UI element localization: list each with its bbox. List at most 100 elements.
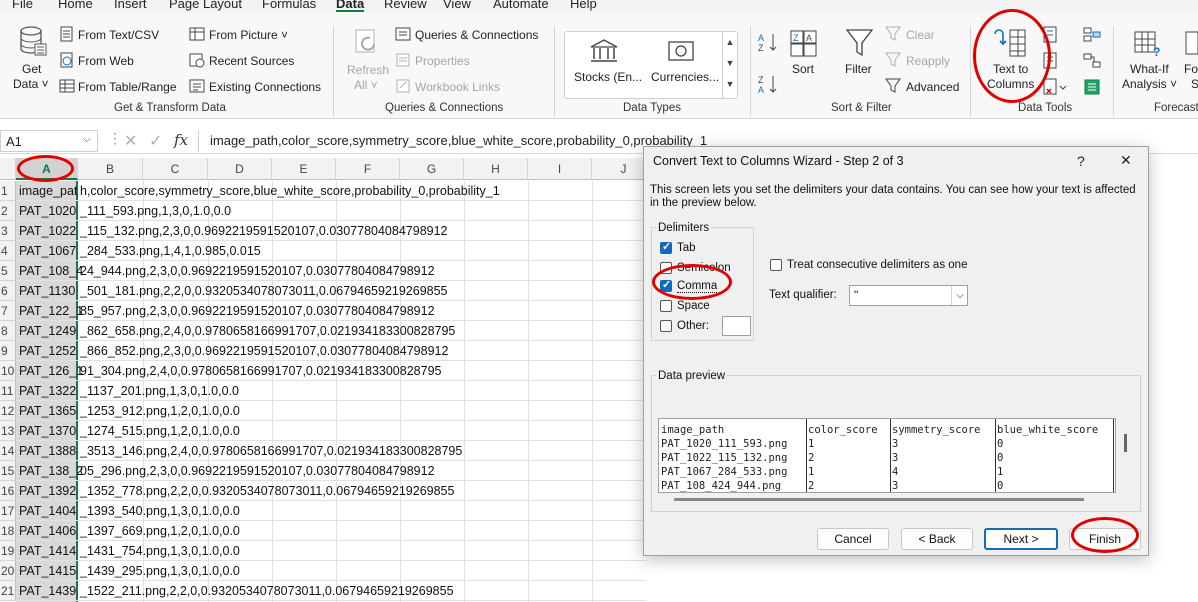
row-header[interactable]: 15 <box>0 461 16 481</box>
cell-a[interactable]: PAT_1249 <box>19 321 76 341</box>
row-header[interactable]: 21 <box>0 581 16 601</box>
preview-vertical-scrollbar[interactable] <box>1124 434 1127 452</box>
space-checkbox[interactable] <box>660 300 672 312</box>
other-delimiter-input[interactable] <box>722 316 751 336</box>
cell-a[interactable]: PAT_1406 <box>19 521 76 541</box>
help-icon[interactable]: ? <box>1077 153 1085 169</box>
tab-checkbox[interactable] <box>660 240 672 254</box>
back-button[interactable]: < Back <box>901 528 973 550</box>
row-header[interactable]: 6 <box>0 281 16 301</box>
cell-a[interactable]: PAT_1388 <box>19 441 76 461</box>
svg-text:A: A <box>758 85 764 94</box>
semicolon-label: Semicolon <box>677 262 731 274</box>
finish-button[interactable]: Finish <box>1069 528 1141 550</box>
cell-a[interactable]: PAT_1020 <box>19 201 76 221</box>
data-preview-table[interactable]: image_path color_score symmetry_score blue_… <box>658 418 1116 493</box>
col-header-f[interactable]: F <box>336 158 400 180</box>
semicolon-checkbox[interactable] <box>660 262 672 274</box>
treat-consecutive-checkbox[interactable] <box>770 259 782 271</box>
cell-a[interactable]: PAT_1067 <box>19 241 76 261</box>
menu-review[interactable]: Review <box>384 0 427 11</box>
cell-a[interactable]: PAT_108_4 <box>19 261 83 281</box>
name-box[interactable]: A1 ⌵ <box>0 130 98 152</box>
menu-automate[interactable]: Automate <box>493 0 549 11</box>
cell-a[interactable]: PAT_1414 <box>19 541 76 561</box>
cell-a[interactable]: PAT_1365 <box>19 401 76 421</box>
cell-a[interactable]: image_pat <box>19 181 77 201</box>
row-header[interactable]: 2 <box>0 201 16 221</box>
row-header[interactable]: 1 <box>0 181 16 201</box>
row-header[interactable]: 18 <box>0 521 16 541</box>
gridline <box>400 181 401 602</box>
col-header-i[interactable]: I <box>528 158 592 180</box>
cell-a[interactable]: PAT_1439 <box>19 581 76 601</box>
properties-label: Properties <box>415 54 470 68</box>
row-header[interactable]: 16 <box>0 481 16 501</box>
group-label-sort-filter: Sort & Filter <box>831 102 892 114</box>
col-header-a[interactable]: A <box>16 158 78 180</box>
col-header-h[interactable]: H <box>464 158 528 180</box>
cell-a[interactable]: PAT_1252 <box>19 341 76 361</box>
cell-a[interactable]: PAT_126_1 <box>19 361 83 381</box>
cell-a[interactable]: PAT_1392 <box>19 481 76 501</box>
svg-text:Z: Z <box>793 33 799 43</box>
data-types-scroll[interactable]: ▲ ▼ ▼ <box>722 32 737 98</box>
recent-sources-icon <box>189 53 205 68</box>
menu-help[interactable]: Help <box>570 0 597 11</box>
col-header-b[interactable]: B <box>78 158 143 180</box>
col-header-c[interactable]: C <box>143 158 208 180</box>
row-header[interactable]: 9 <box>0 341 16 361</box>
menu-formulas[interactable]: Formulas <box>262 0 316 11</box>
cancel-button[interactable]: Cancel <box>817 528 889 550</box>
row-header[interactable]: 7 <box>0 301 16 321</box>
cell-a[interactable]: PAT_138_2 <box>19 461 83 481</box>
preview-cell: 1 <box>808 466 815 478</box>
row-header[interactable]: 4 <box>0 241 16 261</box>
row-header[interactable]: 11 <box>0 381 16 401</box>
get-data-label-2: Data ˅ <box>13 77 49 91</box>
row-header[interactable]: 8 <box>0 321 16 341</box>
cancel-edit-icon[interactable]: ✕ <box>124 131 137 151</box>
col-header-g[interactable]: G <box>400 158 464 180</box>
cell-a[interactable]: PAT_122_1 <box>19 301 83 321</box>
row-header[interactable]: 3 <box>0 221 16 241</box>
col-header-e[interactable]: E <box>272 158 336 180</box>
row-header[interactable]: 17 <box>0 501 16 521</box>
sort-label: Sort <box>792 62 815 76</box>
close-icon[interactable]: ✕ <box>1120 152 1132 169</box>
col-header-d[interactable]: D <box>208 158 272 180</box>
row-header[interactable]: 10 <box>0 361 16 381</box>
other-checkbox[interactable] <box>660 320 672 332</box>
cell-a[interactable]: PAT_1404 <box>19 501 76 521</box>
function-icon[interactable]: fx <box>174 131 188 149</box>
row-header[interactable]: 19 <box>0 541 16 561</box>
gridline <box>592 181 593 602</box>
next-button[interactable]: Next > <box>984 528 1058 550</box>
confirm-edit-icon[interactable]: ✓ <box>149 131 162 151</box>
cell-overflow-text: 24_944.png,2,3,0,0.9692219591520107,0.03… <box>80 264 435 278</box>
row-header[interactable]: 5 <box>0 261 16 281</box>
preview-cell: 0 <box>997 438 1004 450</box>
select-all-corner[interactable] <box>0 158 16 180</box>
cell-a[interactable]: PAT_1370 <box>19 421 76 441</box>
row-header[interactable]: 12 <box>0 401 16 421</box>
menu-file[interactable]: File <box>12 0 33 11</box>
text-qualifier-select[interactable]: " ⌵ <box>849 285 968 306</box>
menu-view[interactable]: View <box>443 0 471 11</box>
menu-home[interactable]: Home <box>58 0 93 11</box>
cell-a[interactable]: PAT_1415 <box>19 561 76 581</box>
preview-horizontal-scrollbar[interactable] <box>674 498 1084 501</box>
row-header[interactable]: 13 <box>0 421 16 441</box>
cell-overflow-text: _1137_201.png,1,3,0,1.0,0.0 <box>80 384 239 398</box>
svg-text:A: A <box>806 33 812 43</box>
name-box-value: A1 <box>6 134 22 149</box>
cell-a[interactable]: PAT_1022 <box>19 221 76 241</box>
comma-checkbox[interactable] <box>660 278 672 292</box>
data-validation-icon <box>1043 78 1067 95</box>
row-header[interactable]: 20 <box>0 561 16 581</box>
menu-page-layout[interactable]: Page Layout <box>169 0 242 11</box>
menu-insert[interactable]: Insert <box>114 0 147 11</box>
cell-a[interactable]: PAT_1130 <box>19 281 75 301</box>
row-header[interactable]: 14 <box>0 441 16 461</box>
cell-a[interactable]: PAT_1322 <box>19 381 76 401</box>
